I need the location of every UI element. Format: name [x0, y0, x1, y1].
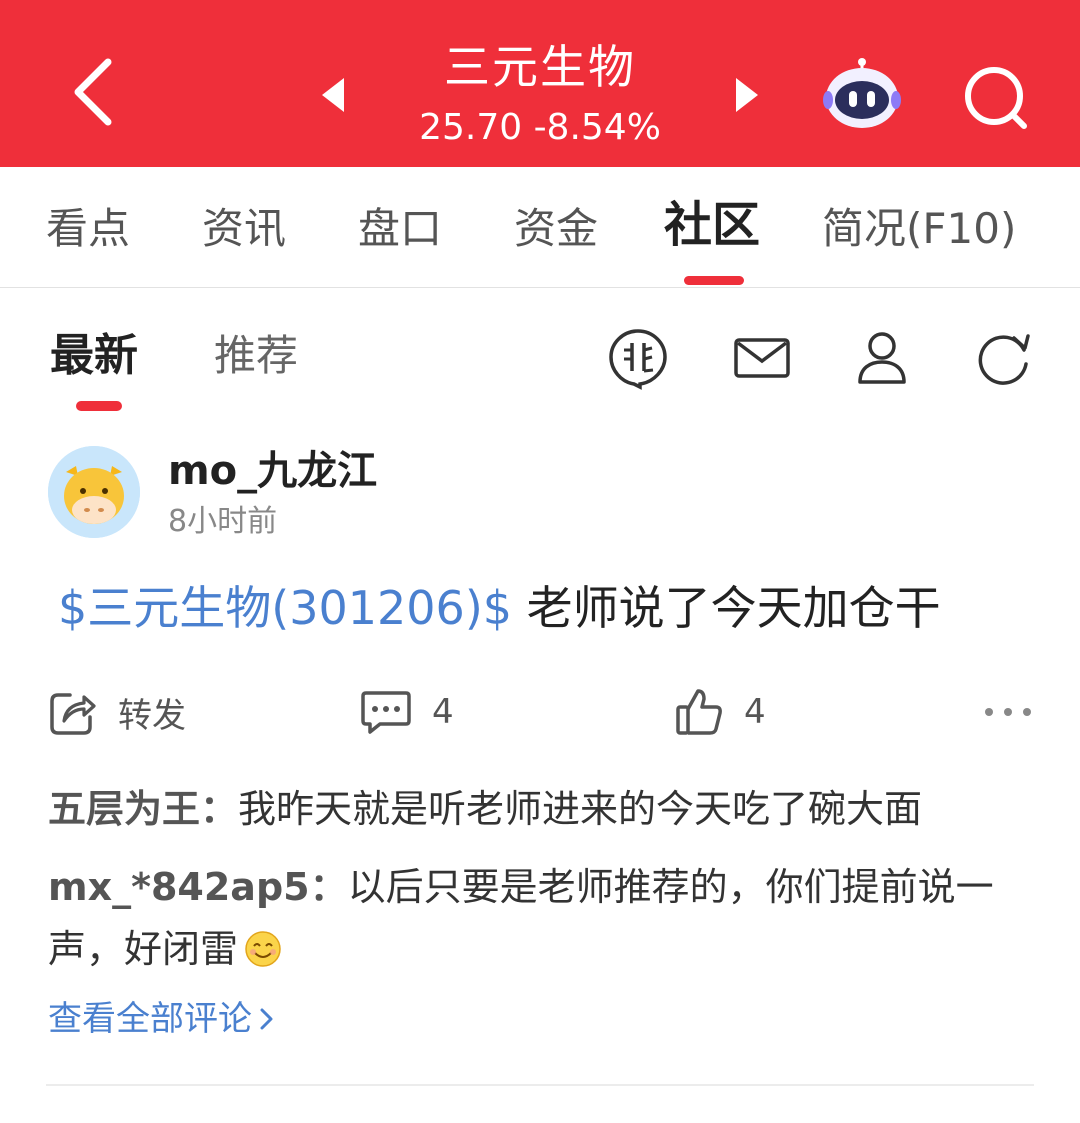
stock-header: 三元生物 25.70 -8.54%	[0, 0, 1080, 167]
more-icon	[985, 708, 1031, 716]
back-arrow-icon	[74, 58, 112, 126]
comment-icon	[361, 691, 411, 734]
comment-user: mx_*842ap5：	[48, 865, 348, 909]
post-content: $三元生物(301206)$ 老师说了今天加仓干	[58, 578, 941, 638]
forward-label: 转发	[118, 695, 186, 736]
tab-news[interactable]: 资讯	[202, 201, 286, 257]
post-text: 老师说了今天加仓干	[512, 581, 941, 635]
comment-user: 五层为王：	[48, 787, 239, 831]
prev-triangle-icon	[322, 78, 344, 112]
stock-tag-link[interactable]: $三元生物(301206)$	[58, 581, 512, 635]
mail-icon	[734, 338, 790, 378]
main-tabs: 看点 资讯 盘口 资金 社区 简况(F10)	[0, 167, 1080, 288]
post-actions: 转发 4 4	[0, 682, 1080, 742]
post-divider	[46, 1084, 1034, 1086]
comment-preview-list: 五层为王：我昨天就是听老师进来的今天吃了碗大面 mx_*842ap5：以后只要是…	[48, 778, 1038, 980]
comment-button[interactable]: 4	[360, 682, 454, 742]
avatar[interactable]	[48, 446, 140, 538]
chevron-right-icon	[260, 1008, 273, 1030]
back-button[interactable]	[62, 52, 132, 132]
active-subtab-indicator	[76, 401, 122, 411]
comment-text: 我昨天就是听老师进来的今天吃了碗大面	[238, 787, 923, 831]
user-icon	[858, 332, 906, 384]
bull-topic-icon	[609, 329, 667, 390]
tab-orderbook[interactable]: 盘口	[358, 201, 442, 257]
prev-stock-button[interactable]	[312, 70, 352, 120]
like-icon	[676, 689, 722, 735]
more-button[interactable]	[980, 692, 1036, 732]
robot-assistant-button[interactable]	[822, 56, 902, 132]
comment-item[interactable]: mx_*842ap5：以后只要是老师推荐的，你们提前说一声，好闭雷	[48, 856, 1038, 980]
forward-icon	[50, 693, 96, 735]
comment-count: 4	[432, 692, 454, 732]
post-time: 8小时前	[168, 504, 278, 539]
like-button[interactable]: 4	[674, 682, 766, 742]
search-button[interactable]	[958, 60, 1032, 134]
robot-assistant-icon	[823, 58, 901, 128]
view-all-label: 查看全部评论	[48, 999, 252, 1039]
subtab-recommended[interactable]: 推荐	[214, 328, 298, 384]
smile-emoji-icon	[245, 931, 281, 967]
tab-community[interactable]: 社区	[664, 197, 760, 253]
stock-quote: 25.70 -8.54%	[419, 107, 661, 148]
tab-highlights[interactable]: 看点	[46, 201, 130, 257]
tab-funds[interactable]: 资金	[514, 201, 598, 257]
messages-button[interactable]	[730, 326, 794, 390]
search-icon	[965, 67, 1027, 129]
tab-profile-f10[interactable]: 简况(F10)	[822, 201, 1016, 257]
cow-avatar-icon	[48, 446, 140, 538]
refresh-icon	[978, 334, 1030, 385]
forward-button[interactable]: 转发	[48, 682, 186, 742]
subtab-latest[interactable]: 最新	[50, 328, 138, 384]
refresh-button[interactable]	[972, 326, 1036, 390]
bull-topic-button[interactable]	[606, 326, 670, 390]
profile-button[interactable]	[850, 326, 914, 390]
stock-name: 三元生物	[444, 40, 636, 94]
like-count: 4	[744, 692, 766, 732]
post-username[interactable]: mo_九龙江	[168, 446, 377, 496]
stock-title-block: 三元生物 25.70 -8.54%	[360, 36, 720, 154]
next-stock-button[interactable]	[728, 70, 768, 120]
next-triangle-icon	[736, 78, 758, 112]
active-tab-indicator	[684, 276, 744, 285]
view-all-comments-link[interactable]: 查看全部评论	[48, 996, 278, 1042]
comment-item[interactable]: 五层为王：我昨天就是听老师进来的今天吃了碗大面	[48, 778, 1038, 840]
community-subtabs: 最新 推荐	[0, 288, 1080, 418]
